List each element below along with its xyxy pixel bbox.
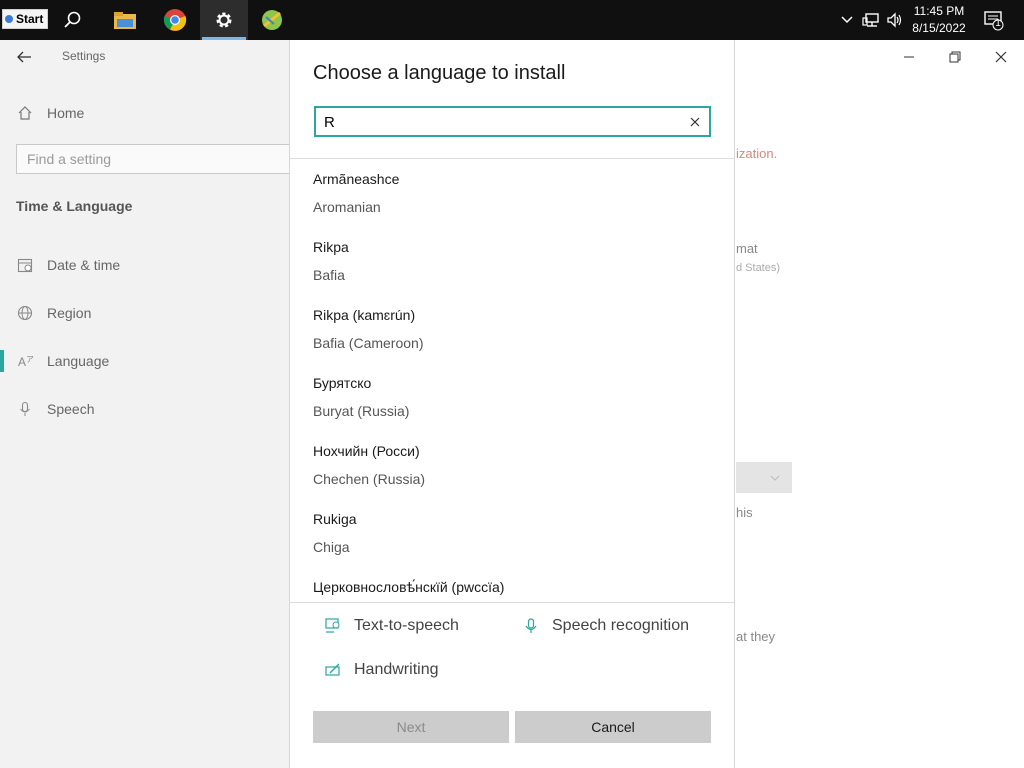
language-option[interactable]: Нохчийн (Росси) Chechen (Russia) bbox=[290, 431, 734, 499]
cancel-button[interactable]: Cancel bbox=[515, 711, 711, 743]
taskbar-app[interactable] bbox=[248, 0, 296, 40]
tray-network[interactable] bbox=[860, 0, 882, 40]
chevron-up-icon bbox=[841, 16, 853, 24]
nav-date-time-label: Date & time bbox=[47, 257, 121, 273]
window-title: Settings bbox=[62, 49, 106, 63]
language-english-name: Chechen (Russia) bbox=[313, 471, 426, 487]
language-english-name: Bafia bbox=[313, 267, 345, 283]
language-search-input[interactable] bbox=[324, 113, 674, 131]
find-setting-placeholder: Find a setting bbox=[27, 151, 112, 167]
handwriting-icon bbox=[324, 661, 342, 679]
nav-speech-label: Speech bbox=[47, 401, 95, 417]
feature-text-to-speech: Text-to-speech bbox=[324, 614, 459, 638]
language-list: Armãneashce Aromanian Rikpa Bafia Rikpa … bbox=[290, 159, 734, 603]
language-search-box[interactable] bbox=[314, 106, 711, 137]
close-window-button[interactable] bbox=[988, 46, 1014, 68]
start-button[interactable]: Start bbox=[2, 9, 48, 29]
notification-count: 1 bbox=[995, 18, 1001, 29]
action-center-button[interactable]: 1 bbox=[982, 0, 1006, 40]
calendar-icon bbox=[16, 256, 34, 274]
feature-speech-recognition-label: Speech recognition bbox=[552, 617, 689, 634]
nav-selected-indicator bbox=[0, 350, 4, 372]
restore-icon bbox=[949, 51, 961, 63]
start-label: Start bbox=[16, 12, 44, 26]
nav-region-label: Region bbox=[47, 305, 92, 321]
app-icon bbox=[262, 10, 282, 30]
back-button[interactable] bbox=[14, 47, 34, 67]
network-icon bbox=[862, 13, 879, 27]
text-to-speech-icon bbox=[324, 617, 342, 635]
language-native-name: Церковнословѣ́нскїй (рwссїа) bbox=[313, 579, 505, 595]
close-icon bbox=[690, 117, 700, 127]
microphone-icon bbox=[522, 617, 540, 635]
back-arrow-icon bbox=[17, 51, 31, 63]
bg-format-label: mat bbox=[736, 241, 758, 256]
microphone-icon bbox=[16, 400, 34, 418]
taskbar-search-button[interactable] bbox=[48, 0, 96, 40]
bg-text-this: his bbox=[736, 505, 753, 520]
language-native-name: Rikpa bbox=[313, 239, 349, 255]
feature-text-to-speech-label: Text-to-speech bbox=[354, 617, 459, 634]
section-title: Time & Language bbox=[16, 198, 133, 214]
taskbar-clock[interactable]: 11:45 PM 8/15/2022 bbox=[900, 3, 978, 37]
dialog-title: Choose a language to install bbox=[313, 62, 566, 84]
nav-region[interactable]: Region bbox=[0, 298, 289, 328]
language-native-name: Rukiga bbox=[313, 511, 357, 527]
minimize-button[interactable] bbox=[896, 46, 922, 68]
language-native-name: Armãneashce bbox=[313, 171, 400, 187]
bg-text-they: at they bbox=[736, 629, 776, 644]
language-option[interactable]: Armãneashce Aromanian bbox=[290, 159, 734, 227]
feature-handwriting: Handwriting bbox=[324, 658, 438, 682]
tray-chevron[interactable] bbox=[838, 0, 856, 40]
taskbar-file-explorer[interactable] bbox=[101, 0, 149, 40]
nav-home[interactable]: Home bbox=[0, 98, 289, 128]
restore-button[interactable] bbox=[942, 46, 968, 68]
settings-gear-icon bbox=[216, 12, 232, 28]
bg-format-sub: d States) bbox=[736, 262, 781, 274]
language-native-name: Нохчийн (Росси) bbox=[313, 443, 420, 459]
next-button[interactable]: Next bbox=[313, 711, 509, 743]
nav-speech[interactable]: Speech bbox=[0, 394, 289, 424]
language-option[interactable]: Rukiga Chiga bbox=[290, 499, 734, 567]
globe-icon bbox=[16, 304, 34, 322]
language-option[interactable]: Rikpa Bafia bbox=[290, 227, 734, 295]
language-native-name: Бурятско bbox=[313, 375, 372, 391]
choose-language-dialog: Choose a language to install Armãneashce… bbox=[289, 40, 735, 768]
nav-date-time[interactable]: Date & time bbox=[0, 250, 289, 280]
taskbar-settings[interactable] bbox=[200, 0, 248, 40]
language-english-name: Bafia (Cameroon) bbox=[313, 335, 424, 351]
chevron-down-icon bbox=[770, 475, 780, 481]
list-bottom-divider bbox=[290, 602, 734, 603]
language-option[interactable]: Rikpa (kamɛrún) Bafia (Cameroon) bbox=[290, 295, 734, 363]
language-english-name: Aromanian bbox=[313, 199, 381, 215]
taskbar-chrome[interactable] bbox=[151, 0, 199, 40]
language-icon: Aア bbox=[16, 352, 34, 370]
feature-speech-recognition: Speech recognition bbox=[522, 614, 689, 638]
svg-text:ア: ア bbox=[26, 355, 33, 364]
clock-time: 11:45 PM bbox=[913, 4, 965, 18]
language-option[interactable]: Бурятско Buryat (Russia) bbox=[290, 363, 734, 431]
svg-text:A: A bbox=[18, 355, 26, 369]
nav-language[interactable]: Aア Language bbox=[0, 346, 289, 376]
windows-orb-icon bbox=[5, 15, 13, 23]
language-option[interactable]: Церковнословѣ́нскїй (рwссїа) bbox=[290, 567, 734, 603]
language-native-name: Rikpa (kamɛrún) bbox=[313, 307, 416, 323]
file-explorer-icon bbox=[114, 12, 136, 29]
nav-language-label: Language bbox=[47, 353, 110, 369]
minimize-icon bbox=[904, 56, 914, 58]
search-icon bbox=[64, 11, 81, 28]
clear-search-button[interactable] bbox=[687, 114, 703, 130]
language-english-name: Chiga bbox=[313, 539, 350, 555]
feature-handwriting-label: Handwriting bbox=[354, 661, 439, 678]
close-icon bbox=[995, 51, 1007, 63]
bg-warning-text: ization. bbox=[736, 146, 778, 161]
taskbar: Start 11:45 PM 8/15/2022 1 bbox=[0, 0, 1024, 40]
nav-home-label: Home bbox=[47, 105, 85, 121]
clock-date: 8/15/2022 bbox=[912, 21, 966, 35]
chrome-icon bbox=[163, 9, 187, 31]
language-english-name: Buryat (Russia) bbox=[313, 403, 410, 419]
home-icon bbox=[16, 104, 34, 122]
bg-dropdown[interactable] bbox=[736, 462, 792, 493]
find-setting-input[interactable]: Find a setting bbox=[16, 144, 298, 174]
